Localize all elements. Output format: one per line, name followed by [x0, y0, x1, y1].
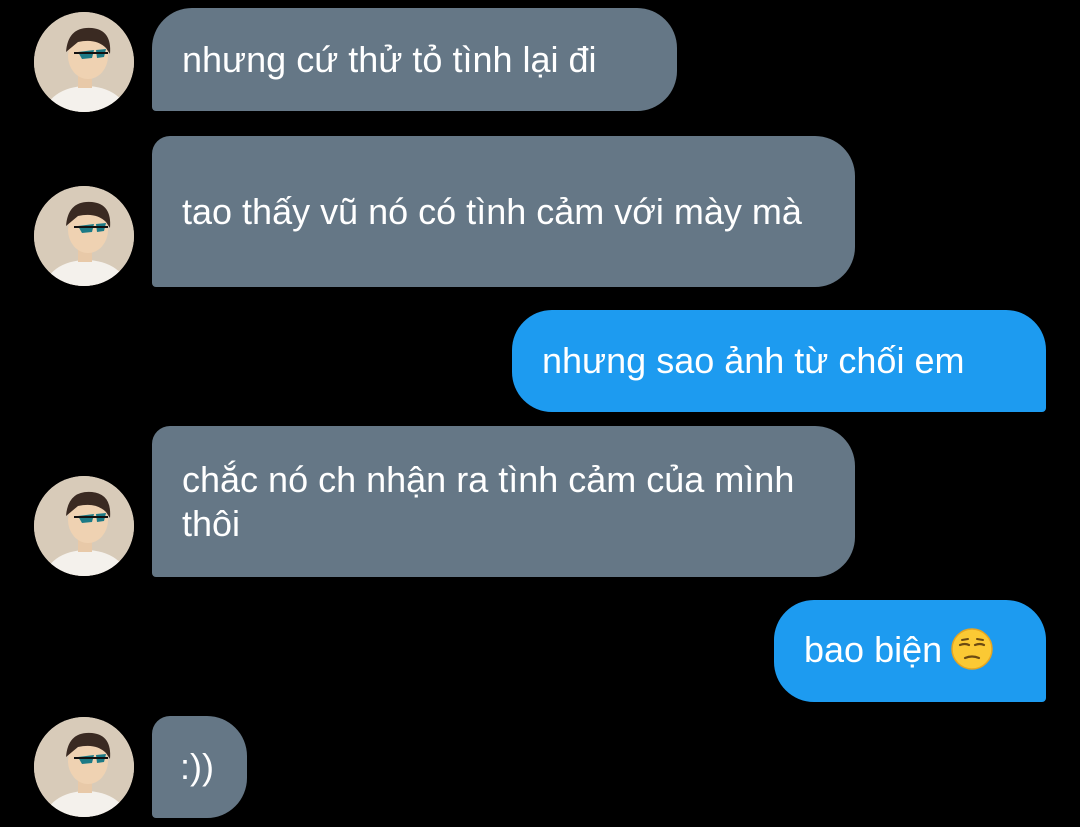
avatar-photo-icon [34, 476, 134, 576]
avatar[interactable] [34, 186, 134, 286]
message-bubble-incoming[interactable]: tao thấy vũ nó có tình cảm với mày mà [152, 136, 855, 287]
message-text: chắc nó ch nhận ra tình cảm của mình thô… [182, 458, 795, 544]
avatar-photo-icon [34, 717, 134, 817]
avatar[interactable] [34, 717, 134, 817]
message-bubble-incoming[interactable]: chắc nó ch nhận ra tình cảm của mình thô… [152, 426, 855, 577]
message-text: :)) [180, 746, 214, 787]
message-bubble-incoming[interactable]: :)) [152, 716, 247, 818]
message-text: nhưng sao ảnh từ chối em [542, 340, 965, 381]
message-text: bao biện [804, 628, 994, 674]
message-text: tao thấy vũ nó có tình cảm với mày mà [182, 190, 802, 232]
message-text: nhưng cứ thử tỏ tình lại đi [182, 38, 597, 80]
message-bubble-outgoing[interactable]: bao biện [774, 600, 1046, 702]
avatar[interactable] [34, 476, 134, 576]
message-text-content: bao biện [804, 628, 943, 670]
avatar[interactable] [34, 12, 134, 112]
avatar-photo-icon [34, 186, 134, 286]
message-bubble-outgoing[interactable]: nhưng sao ảnh từ chối em [512, 310, 1046, 412]
avatar-photo-icon [34, 12, 134, 112]
message-bubble-incoming[interactable]: nhưng cứ thử tỏ tình lại đi [152, 8, 677, 111]
unamused-face-icon [951, 628, 993, 670]
